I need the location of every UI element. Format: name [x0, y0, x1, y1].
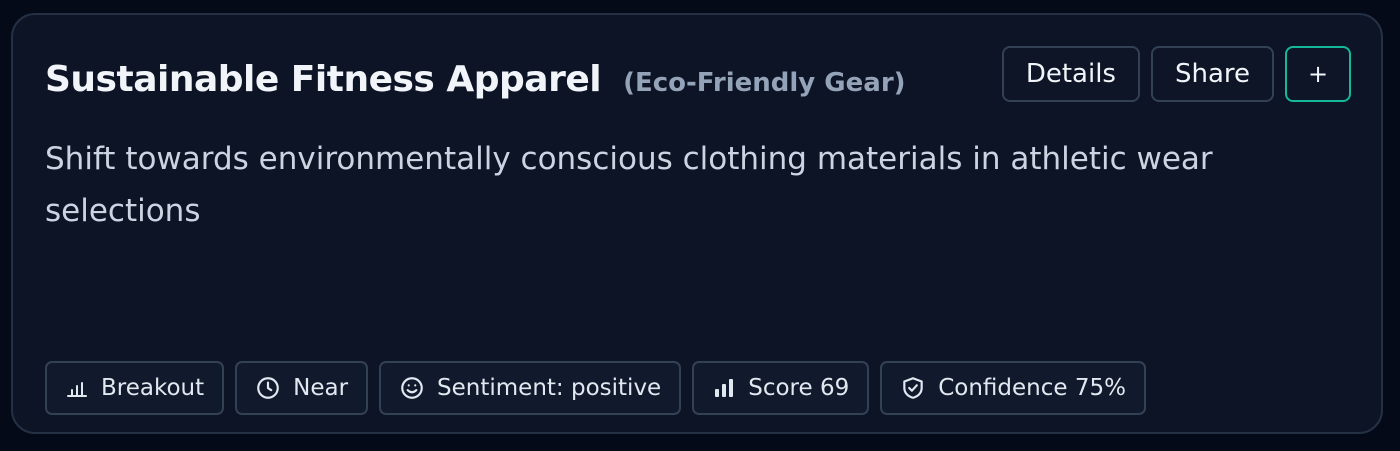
tag-sentiment-label: Sentiment: positive: [437, 375, 662, 401]
trend-card: Sustainable Fitness Apparel (Eco-Friendl…: [11, 13, 1383, 434]
tag-sentiment: Sentiment: positive: [379, 361, 682, 415]
tag-horizon: Near: [235, 361, 369, 415]
smile-icon: [401, 377, 423, 399]
signal-bars-icon: [715, 379, 734, 397]
bar-chart-icon: [67, 382, 87, 397]
share-button[interactable]: Share: [1150, 46, 1274, 102]
tag-confidence-label: Confidence 75%: [938, 375, 1126, 401]
title-row: Sustainable Fitness Apparel (Eco-Friendl…: [45, 59, 906, 100]
trend-category: (Eco-Friendly Gear): [623, 68, 906, 98]
tag-trend-stage-label: Breakout: [101, 375, 205, 401]
tag-trend-stage: Breakout: [45, 361, 225, 415]
details-button[interactable]: Details: [1001, 46, 1140, 102]
tag-list: Breakout Near Sentiment: positive Score …: [45, 361, 1146, 415]
clock-icon: [257, 377, 279, 399]
trend-description: Shift towards environmentally conscious …: [45, 141, 1213, 229]
shield-check-icon: [903, 377, 923, 399]
add-button[interactable]: +: [1285, 46, 1351, 102]
card-actions: Details Share +: [1001, 46, 1351, 102]
tag-confidence: Confidence 75%: [880, 361, 1146, 415]
trend-title: Sustainable Fitness Apparel: [45, 59, 602, 100]
tag-score-label: Score 69: [748, 375, 850, 401]
tag-horizon-label: Near: [293, 375, 349, 401]
tag-score: Score 69: [692, 361, 870, 415]
